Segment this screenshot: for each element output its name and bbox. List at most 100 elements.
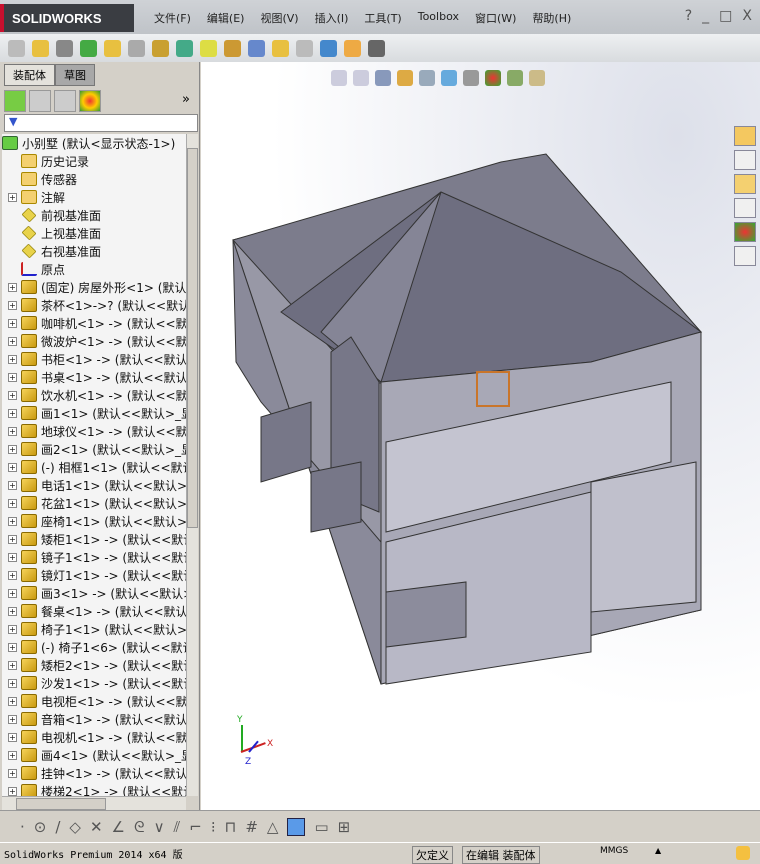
vertical-scrollbar[interactable]	[186, 134, 198, 796]
units-arrow-icon[interactable]: ▲	[655, 846, 661, 855]
configuration-manager-icon[interactable]	[54, 90, 76, 112]
toolbar-button-icon[interactable]	[368, 39, 385, 57]
expand-icon[interactable]: +	[8, 570, 17, 580]
expand-icon[interactable]: +	[8, 696, 17, 706]
toolbar-button-icon[interactable]	[104, 39, 121, 57]
expand-icon[interactable]: +	[8, 372, 17, 382]
menu-item[interactable]: 插入(I)	[307, 10, 357, 26]
fillet-icon[interactable]: ᘓ	[134, 818, 145, 836]
tree-item[interactable]: + 镜灯1<1> -> (默认<<默认>	[2, 566, 186, 584]
display-manager-icon[interactable]	[79, 90, 101, 112]
feature-manager-icon[interactable]	[4, 90, 26, 112]
grid-icon[interactable]: #	[245, 818, 258, 836]
toolbar-button-icon[interactable]	[56, 39, 73, 57]
toolbar-button-icon[interactable]	[152, 39, 169, 57]
tree-item[interactable]: 历史记录	[2, 152, 186, 170]
expand-icon[interactable]: +	[8, 624, 17, 634]
chamfer-icon[interactable]: ∨	[154, 818, 165, 836]
expand-icon[interactable]: +	[8, 444, 17, 454]
toolbar-button-icon[interactable]	[200, 39, 217, 57]
menu-item[interactable]: 编辑(E)	[199, 10, 253, 26]
expand-icon[interactable]: +	[8, 750, 17, 760]
filter-icon[interactable]: ▼	[4, 114, 198, 132]
expand-icon[interactable]: +	[8, 408, 17, 418]
toolbar-button-icon[interactable]	[128, 39, 145, 57]
circle-icon[interactable]: ⊙	[34, 818, 47, 836]
expand-icon[interactable]: +	[8, 390, 17, 400]
trim-icon[interactable]: ✕	[90, 818, 103, 836]
toolbar-button-icon[interactable]	[176, 39, 193, 57]
expand-icon[interactable]: +	[8, 660, 17, 670]
units-selector[interactable]: MMGS	[600, 846, 628, 856]
expand-icon[interactable]: +	[8, 534, 17, 544]
expand-icon[interactable]: +	[8, 426, 17, 436]
toolbar-button-icon[interactable]	[8, 39, 25, 57]
tree-item[interactable]: + (-) 椅子1<6> (默认<<默认	[2, 638, 186, 656]
tree-item[interactable]: + (-) 相框1<1> (默认<<默认	[2, 458, 186, 476]
horizontal-scrollbar[interactable]	[2, 796, 186, 810]
more-tabs-button[interactable]: »	[182, 92, 190, 107]
tree-item[interactable]: + 餐桌<1> -> (默认<<默认>_	[2, 602, 186, 620]
property-manager-icon[interactable]	[29, 90, 51, 112]
tree-item[interactable]: 原点	[2, 260, 186, 278]
construction-icon[interactable]: ⁝	[211, 818, 216, 836]
close-button[interactable]: X	[742, 8, 752, 24]
tree-item[interactable]: + 书柜<1> -> (默认<<默认>_	[2, 350, 186, 368]
tree-item[interactable]: 传感器	[2, 170, 186, 188]
expand-icon[interactable]: +	[8, 192, 17, 202]
toolbar-button-icon[interactable]	[344, 39, 361, 57]
rebuild-icon[interactable]	[736, 846, 750, 860]
view-cube-icon[interactable]	[287, 817, 306, 836]
tree-item[interactable]: + 电视柜<1> -> (默认<<默认	[2, 692, 186, 710]
expand-icon[interactable]: +	[8, 768, 17, 778]
toolbar-button-icon[interactable]	[224, 39, 241, 57]
toolbar-button-icon[interactable]	[248, 39, 265, 57]
tree-item[interactable]: + 镜子1<1> -> (默认<<默认>	[2, 548, 186, 566]
solidworks-logo[interactable]: SOLIDWORKS	[0, 4, 134, 32]
dimension-icon[interactable]: ⊓	[225, 818, 237, 836]
expand-icon[interactable]: +	[8, 552, 17, 562]
tree-item[interactable]: + 画3<1> -> (默认<<默认>_显	[2, 584, 186, 602]
tree-item[interactable]: + 咖啡机<1> -> (默认<<默认	[2, 314, 186, 332]
offset-icon[interactable]: ⫽	[174, 818, 181, 836]
expand-icon[interactable]: +	[8, 498, 17, 508]
tree-item[interactable]: + 楼梯2<1> -> (默认<<默认>	[2, 782, 186, 796]
toolbar-button-icon[interactable]	[32, 39, 49, 57]
expand-icon[interactable]: +	[8, 336, 17, 346]
toolbar-button-icon[interactable]	[296, 39, 313, 57]
menu-item[interactable]: Toolbox	[410, 10, 467, 26]
tree-item[interactable]: + 地球仪<1> -> (默认<<默认	[2, 422, 186, 440]
tree-item[interactable]: + 茶杯<1>->? (默认<<默认>_	[2, 296, 186, 314]
corner-icon[interactable]: ⌐	[189, 818, 202, 836]
expand-icon[interactable]: +	[8, 732, 17, 742]
tree-item[interactable]: + 矮柜2<1> -> (默认<<默认>	[2, 656, 186, 674]
tree-item[interactable]: + 音箱<1> -> (默认<<默认>_	[2, 710, 186, 728]
tree-item[interactable]: + 挂钟<1> -> (默认<<默认>_	[2, 764, 186, 782]
triangle-icon[interactable]: △	[267, 818, 279, 836]
table-icon[interactable]: ⊞	[338, 818, 351, 836]
expand-icon[interactable]: +	[8, 642, 17, 652]
restore-button[interactable]: □	[719, 8, 732, 24]
graphics-viewport[interactable]: Y X Z	[201, 62, 760, 810]
tree-item[interactable]: + 饮水机<1> -> (默认<<默认	[2, 386, 186, 404]
toolbar-button-icon[interactable]	[320, 39, 337, 57]
scroll-thumb[interactable]	[16, 798, 106, 810]
tree-item[interactable]: 小别墅 (默认<显示状态-1>)	[2, 134, 186, 152]
tree-item[interactable]: + 画1<1> (默认<<默认>_显示	[2, 404, 186, 422]
tree-item[interactable]: + 矮柜1<1> -> (默认<<默认>	[2, 530, 186, 548]
expand-icon[interactable]: +	[8, 318, 17, 328]
expand-icon[interactable]: +	[8, 462, 17, 472]
tree-item[interactable]: + 电视机<1> -> (默认<<默认	[2, 728, 186, 746]
toolbar-button-icon[interactable]	[80, 39, 97, 57]
tree-item[interactable]: + (固定) 房屋外形<1> (默认	[2, 278, 186, 296]
tree-item[interactable]: 前视基准面	[2, 206, 186, 224]
expand-icon[interactable]: +	[8, 282, 17, 292]
menu-item[interactable]: 文件(F)	[146, 10, 199, 26]
tree-item[interactable]: + 注解	[2, 188, 186, 206]
menu-item[interactable]: 帮助(H)	[524, 10, 579, 26]
window-icon[interactable]: ▭	[314, 818, 328, 836]
tree-item[interactable]: + 书桌<1> -> (默认<<默认>_	[2, 368, 186, 386]
expand-icon[interactable]: +	[8, 354, 17, 364]
expand-icon[interactable]: +	[8, 678, 17, 688]
scroll-thumb[interactable]	[187, 148, 198, 528]
